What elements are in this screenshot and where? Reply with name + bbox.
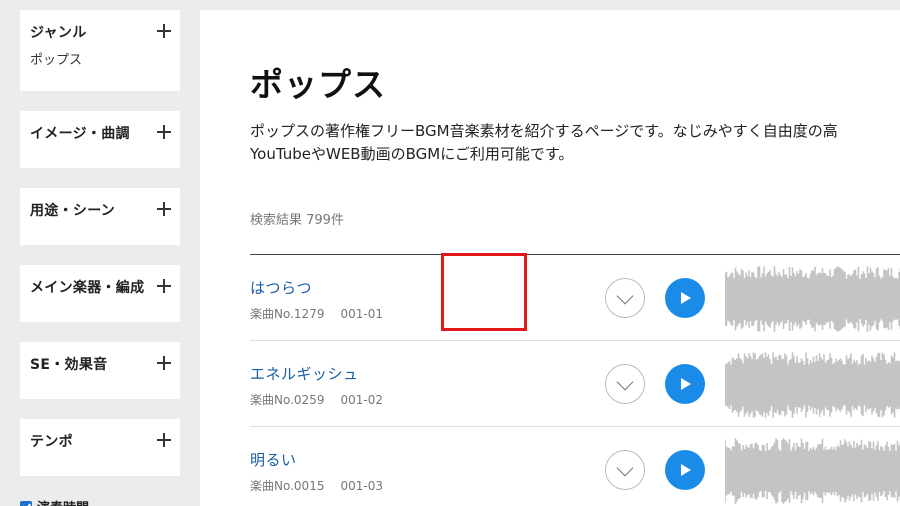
waveform-bars xyxy=(725,438,900,504)
track-row: エネルギッシュ 楽曲No.0259 001-02 xyxy=(250,341,900,427)
filter-genre[interactable]: ジャンル ポップス xyxy=(20,10,180,91)
track-title-link[interactable]: 明るい xyxy=(250,449,297,470)
filter-usage[interactable]: 用途・シーン xyxy=(20,188,180,245)
main-content: ポップス ポップスの著作権フリーBGM音楽素材を紹介するページです。なじみやすく… xyxy=(200,10,900,506)
filter-label: イメージ・曲調 xyxy=(30,126,130,142)
filter-label: テンポ xyxy=(30,434,73,450)
description-line: YouTubeやWEB動画のBGMにご利用可能です。 xyxy=(250,145,574,163)
chevron-down-icon xyxy=(616,459,634,477)
play-icon xyxy=(681,464,691,476)
waveform[interactable] xyxy=(725,438,900,504)
filter-selected-value: ポップス xyxy=(30,53,83,68)
expand-button[interactable] xyxy=(605,278,645,318)
filter-instrument[interactable]: メイン楽器・編成 xyxy=(20,265,180,322)
description-line: ポップスの著作権フリーBGM音楽素材を紹介するページです。なじみやすく自由度の高 xyxy=(250,122,838,140)
plus-icon[interactable] xyxy=(157,125,171,139)
chevron-down-icon xyxy=(616,373,634,391)
filter-label: SE・効果音 xyxy=(30,357,108,373)
track-row: 明るい 楽曲No.0015 001-03 xyxy=(250,427,900,506)
duration-checkbox-row[interactable]: 演奏時間 xyxy=(20,497,89,506)
track-number: 楽曲No.1279 xyxy=(250,307,325,321)
track-title-link[interactable]: はつらつ xyxy=(250,277,312,298)
filter-se[interactable]: SE・効果音 xyxy=(20,342,180,399)
track-meta: 楽曲No.0259 001-02 xyxy=(250,391,383,408)
checkbox-label: 演奏時間 xyxy=(37,497,89,506)
track-code: 001-02 xyxy=(340,393,383,407)
track-number: 楽曲No.0015 xyxy=(250,479,325,493)
filter-label: メイン楽器・編成 xyxy=(30,280,145,296)
track-number: 楽曲No.0259 xyxy=(250,393,325,407)
waveform[interactable] xyxy=(725,266,900,332)
track-list: はつらつ 楽曲No.1279 001-01 エネルギッシュ 楽曲No.0259 00… xyxy=(250,254,900,506)
waveform-bars xyxy=(725,352,900,418)
plus-icon[interactable] xyxy=(157,24,171,38)
plus-icon[interactable] xyxy=(157,433,171,447)
filter-label: ジャンル xyxy=(30,25,87,41)
page-description: ポップスの著作権フリーBGM音楽素材を紹介するページです。なじみやすく自由度の高… xyxy=(250,120,900,166)
page-title: ポップス xyxy=(250,65,386,104)
track-meta: 楽曲No.0015 001-03 xyxy=(250,477,383,494)
waveform-bars xyxy=(725,266,900,332)
expand-button[interactable] xyxy=(605,450,645,490)
filter-tempo[interactable]: テンポ xyxy=(20,419,180,476)
play-button[interactable] xyxy=(665,278,705,318)
filter-image[interactable]: イメージ・曲調 xyxy=(20,111,180,168)
chevron-down-icon xyxy=(616,287,634,305)
waveform[interactable] xyxy=(725,352,900,418)
result-count: 検索結果 799件 xyxy=(250,213,344,228)
play-button[interactable] xyxy=(665,364,705,404)
expand-button[interactable] xyxy=(605,364,645,404)
checkbox[interactable] xyxy=(20,500,32,506)
track-meta: 楽曲No.1279 001-01 xyxy=(250,305,383,322)
plus-icon[interactable] xyxy=(157,279,171,293)
play-icon xyxy=(681,378,691,390)
filter-label: 用途・シーン xyxy=(30,203,116,219)
play-button[interactable] xyxy=(665,450,705,490)
track-title-link[interactable]: エネルギッシュ xyxy=(250,363,359,384)
track-code: 001-03 xyxy=(340,479,383,493)
play-icon xyxy=(681,292,691,304)
plus-icon[interactable] xyxy=(157,356,171,370)
track-code: 001-01 xyxy=(340,307,383,321)
plus-icon[interactable] xyxy=(157,202,171,216)
track-row: はつらつ 楽曲No.1279 001-01 xyxy=(250,255,900,341)
